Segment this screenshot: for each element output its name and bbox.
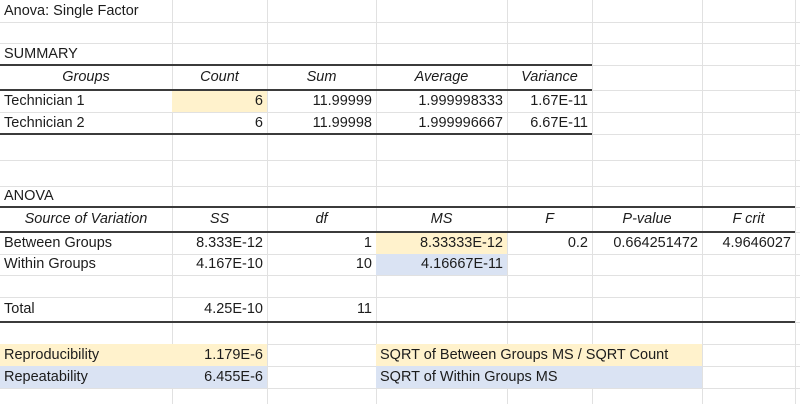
cell-between-groups-ss[interactable]: 8.333E-12 bbox=[172, 232, 267, 254]
cell-reproducibility-note[interactable]: SQRT of Between Groups MS / SQRT Count bbox=[376, 344, 702, 366]
cell-within-groups-label[interactable]: Within Groups bbox=[0, 254, 172, 276]
cell-technician2-sum[interactable]: 11.99998 bbox=[267, 112, 376, 134]
cell-total-ss[interactable]: 4.25E-10 bbox=[172, 297, 267, 323]
cell-total-label[interactable]: Total bbox=[0, 297, 172, 323]
gridline-vertical bbox=[795, 0, 796, 404]
cell-repeatability-value[interactable]: 6.455E-6 bbox=[172, 366, 267, 388]
cell-anova-header-df[interactable]: df bbox=[267, 207, 376, 232]
cell-summary-header-variance[interactable]: Variance bbox=[507, 65, 592, 90]
cell-technician1-variance[interactable]: 1.67E-11 bbox=[507, 90, 592, 112]
cell-between-groups-pvalue[interactable]: 0.664251472 bbox=[592, 232, 702, 254]
cell-within-groups-ss[interactable]: 4.167E-10 bbox=[172, 254, 267, 276]
spreadsheet-grid: Anova: Single Factor SUMMARY Groups Count Su… bbox=[0, 0, 800, 404]
gridline-horizontal bbox=[0, 388, 800, 389]
gridline-horizontal bbox=[0, 160, 800, 161]
gridline-vertical bbox=[267, 0, 268, 404]
cell-technician2-count[interactable]: 6 bbox=[172, 112, 267, 134]
table-border bbox=[0, 231, 795, 233]
gridline-horizontal bbox=[0, 21, 800, 23]
cell-anova-header-ss[interactable]: SS bbox=[172, 207, 267, 232]
table-border bbox=[0, 64, 592, 66]
table-border bbox=[0, 133, 592, 135]
cell-summary-header-average[interactable]: Average bbox=[376, 65, 507, 90]
cell-summary-header-sum[interactable]: Sum bbox=[267, 65, 376, 90]
cell-between-groups-fcrit[interactable]: 4.9646027 bbox=[702, 232, 795, 254]
cell-anova-header-source[interactable]: Source of Variation bbox=[0, 207, 172, 232]
cell-technician1-average[interactable]: 1.999998333 bbox=[376, 90, 507, 112]
cell-between-groups-df[interactable]: 1 bbox=[267, 232, 376, 254]
cell-technician2-variance[interactable]: 6.67E-11 bbox=[507, 112, 592, 134]
gridline-vertical bbox=[702, 0, 703, 404]
cell-technician1-label[interactable]: Technician 1 bbox=[0, 90, 172, 112]
table-border bbox=[0, 206, 795, 208]
cell-repeatability-note[interactable]: SQRT of Within Groups MS bbox=[376, 366, 702, 388]
cell-title[interactable]: Anova: Single Factor bbox=[0, 0, 172, 22]
cell-technician1-count[interactable]: 6 bbox=[172, 90, 267, 112]
cell-anova-header-f[interactable]: F bbox=[507, 207, 592, 232]
cell-anova-label[interactable]: ANOVA bbox=[0, 186, 172, 207]
cell-within-groups-ms[interactable]: 4.16667E-11 bbox=[376, 253, 507, 275]
cell-anova-header-fcrit[interactable]: F crit bbox=[702, 207, 795, 232]
cell-between-groups-f[interactable]: 0.2 bbox=[507, 232, 592, 254]
cell-summary-header-count[interactable]: Count bbox=[172, 65, 267, 90]
cell-summary-label[interactable]: SUMMARY bbox=[0, 43, 172, 65]
cell-summary-header-groups[interactable]: Groups bbox=[0, 65, 172, 90]
cell-between-groups-label[interactable]: Between Groups bbox=[0, 232, 172, 254]
gridline-horizontal bbox=[0, 275, 800, 276]
cell-technician1-sum[interactable]: 11.99999 bbox=[267, 90, 376, 112]
cell-total-df[interactable]: 11 bbox=[267, 297, 376, 323]
cell-reproducibility-value[interactable]: 1.179E-6 bbox=[172, 344, 267, 366]
cell-between-groups-ms[interactable]: 8.33333E-12 bbox=[376, 232, 507, 254]
table-border bbox=[0, 321, 795, 323]
cell-reproducibility-label[interactable]: Reproducibility bbox=[0, 344, 172, 366]
cell-anova-header-pvalue[interactable]: P-value bbox=[592, 207, 702, 232]
cell-anova-header-ms[interactable]: MS bbox=[376, 207, 507, 232]
cell-within-groups-df[interactable]: 10 bbox=[267, 254, 376, 276]
cell-repeatability-label[interactable]: Repeatability bbox=[0, 366, 172, 388]
table-border bbox=[0, 89, 592, 91]
cell-technician2-label[interactable]: Technician 2 bbox=[0, 112, 172, 134]
cell-technician2-average[interactable]: 1.999996667 bbox=[376, 112, 507, 134]
